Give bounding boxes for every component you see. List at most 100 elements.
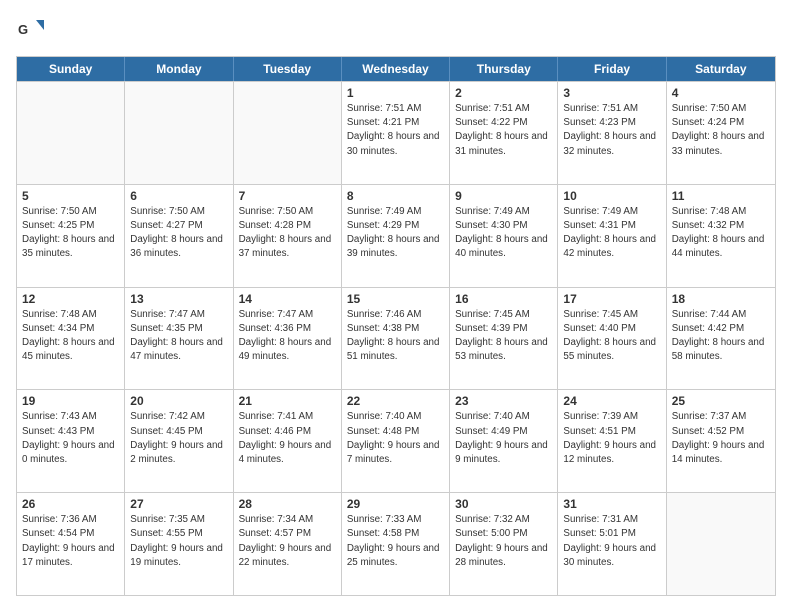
- logo-icon: G: [16, 16, 44, 44]
- calendar-day-8: 8 Sunrise: 7:49 AM Sunset: 4:29 PM Daylig…: [342, 185, 450, 287]
- calendar-day-27: 27Sunrise: 7:35 AM Sunset: 4:55 PM Dayli…: [125, 493, 233, 595]
- day-info: Sunrise: 7:48 AM Sunset: 4:34 PM Dayligh…: [22, 308, 119, 365]
- day-number: 13: [130, 292, 227, 306]
- day-info: Sunrise: 7:36 AM Sunset: 4:54 PM Dayligh…: [22, 513, 119, 570]
- day-number: 16: [455, 292, 552, 306]
- calendar-day-15: 15 Sunrise: 7:46 AM Sunset: 4:38 PM Dayli…: [342, 288, 450, 390]
- calendar-day-19: 19Sunrise: 7:43 AM Sunset: 4:43 PM Dayli…: [17, 390, 125, 492]
- day-number: 25: [672, 394, 770, 408]
- day-info: Sunrise: 7:49 AM Sunset: 4:31 PM Dayligh…: [563, 205, 660, 262]
- page-header: G: [16, 16, 776, 44]
- day-number: 28: [239, 497, 336, 511]
- day-number: 19: [22, 394, 119, 408]
- calendar-day-7: 7 Sunrise: 7:50 AM Sunset: 4:28 PM Daylig…: [234, 185, 342, 287]
- day-info: Sunrise: 7:44 AM Sunset: 4:42 PM Dayligh…: [672, 308, 770, 365]
- day-info: Sunrise: 7:50 AM Sunset: 4:27 PM Dayligh…: [130, 205, 227, 262]
- calendar-header: SundayMondayTuesdayWednesdayThursdayFrid…: [17, 57, 775, 81]
- day-number: 6: [130, 189, 227, 203]
- day-info: Sunrise: 7:33 AM Sunset: 4:58 PM Dayligh…: [347, 513, 444, 570]
- day-number: 22: [347, 394, 444, 408]
- calendar-day-29: 29 Sunrise: 7:33 AM Sunset: 4:58 PM Dayli…: [342, 493, 450, 595]
- day-number: 2: [455, 86, 552, 100]
- calendar: SundayMondayTuesdayWednesdayThursdayFrid…: [16, 56, 776, 596]
- calendar-day-26: 26 Sunrise: 7:36 AM Sunset: 4:54 PM Dayli…: [17, 493, 125, 595]
- weekday-header: Saturday: [667, 57, 775, 81]
- calendar-day-2: 2 Sunrise: 7:51 AM Sunset: 4:22 PM Daylig…: [450, 82, 558, 184]
- day-info: Sunrise: 7:34 AM Sunset: 4:57 PM Dayligh…: [239, 513, 336, 570]
- day-info: Sunrise: 7:32 AM Sunset: 5:00 PM Dayligh…: [455, 513, 552, 570]
- day-number: 20: [130, 394, 227, 408]
- day-info: Sunrise: 7:51 AM Sunset: 4:23 PM Dayligh…: [563, 102, 660, 159]
- day-info: Sunrise: 7:48 AM Sunset: 4:32 PM Dayligh…: [672, 205, 770, 262]
- calendar-row: 1 Sunrise: 7:51 AM Sunset: 4:21 PM Daylig…: [17, 81, 775, 184]
- day-info: Sunrise: 7:46 AM Sunset: 4:38 PM Dayligh…: [347, 308, 444, 365]
- calendar-row: 26 Sunrise: 7:36 AM Sunset: 4:54 PM Dayli…: [17, 492, 775, 595]
- calendar-day-9: 9Sunrise: 7:49 AM Sunset: 4:30 PM Daylig…: [450, 185, 558, 287]
- calendar-day-13: 13 Sunrise: 7:47 AM Sunset: 4:35 PM Dayli…: [125, 288, 233, 390]
- calendar-day-14: 14Sunrise: 7:47 AM Sunset: 4:36 PM Dayli…: [234, 288, 342, 390]
- calendar-body: 1 Sunrise: 7:51 AM Sunset: 4:21 PM Daylig…: [17, 81, 775, 595]
- day-number: 3: [563, 86, 660, 100]
- day-number: 24: [563, 394, 660, 408]
- day-number: 1: [347, 86, 444, 100]
- calendar-day-4: 4 Sunrise: 7:50 AM Sunset: 4:24 PM Daylig…: [667, 82, 775, 184]
- day-info: Sunrise: 7:47 AM Sunset: 4:35 PM Dayligh…: [130, 308, 227, 365]
- calendar-day-28: 28 Sunrise: 7:34 AM Sunset: 4:57 PM Dayli…: [234, 493, 342, 595]
- day-number: 29: [347, 497, 444, 511]
- calendar-day-1: 1 Sunrise: 7:51 AM Sunset: 4:21 PM Daylig…: [342, 82, 450, 184]
- day-info: Sunrise: 7:41 AM Sunset: 4:46 PM Dayligh…: [239, 410, 336, 467]
- calendar-day-22: 22 Sunrise: 7:40 AM Sunset: 4:48 PM Dayli…: [342, 390, 450, 492]
- day-info: Sunrise: 7:49 AM Sunset: 4:29 PM Dayligh…: [347, 205, 444, 262]
- weekday-header: Wednesday: [342, 57, 450, 81]
- day-info: Sunrise: 7:37 AM Sunset: 4:52 PM Dayligh…: [672, 410, 770, 467]
- day-info: Sunrise: 7:51 AM Sunset: 4:22 PM Dayligh…: [455, 102, 552, 159]
- calendar-day-10: 10 Sunrise: 7:49 AM Sunset: 4:31 PM Dayli…: [558, 185, 666, 287]
- calendar-day-23: 23 Sunrise: 7:40 AM Sunset: 4:49 PM Dayli…: [450, 390, 558, 492]
- day-info: Sunrise: 7:50 AM Sunset: 4:25 PM Dayligh…: [22, 205, 119, 262]
- calendar-empty-cell: [17, 82, 125, 184]
- calendar-empty-cell: [125, 82, 233, 184]
- day-number: 18: [672, 292, 770, 306]
- calendar-day-18: 18 Sunrise: 7:44 AM Sunset: 4:42 PM Dayli…: [667, 288, 775, 390]
- day-info: Sunrise: 7:51 AM Sunset: 4:21 PM Dayligh…: [347, 102, 444, 159]
- day-info: Sunrise: 7:45 AM Sunset: 4:39 PM Dayligh…: [455, 308, 552, 365]
- day-number: 4: [672, 86, 770, 100]
- svg-text:G: G: [18, 22, 28, 37]
- day-number: 7: [239, 189, 336, 203]
- day-info: Sunrise: 7:50 AM Sunset: 4:28 PM Dayligh…: [239, 205, 336, 262]
- calendar-day-20: 20Sunrise: 7:42 AM Sunset: 4:45 PM Dayli…: [125, 390, 233, 492]
- calendar-row: 19Sunrise: 7:43 AM Sunset: 4:43 PM Dayli…: [17, 389, 775, 492]
- calendar-row: 5 Sunrise: 7:50 AM Sunset: 4:25 PM Daylig…: [17, 184, 775, 287]
- day-info: Sunrise: 7:39 AM Sunset: 4:51 PM Dayligh…: [563, 410, 660, 467]
- calendar-day-30: 30 Sunrise: 7:32 AM Sunset: 5:00 PM Dayli…: [450, 493, 558, 595]
- calendar-empty-cell: [234, 82, 342, 184]
- day-number: 10: [563, 189, 660, 203]
- day-info: Sunrise: 7:50 AM Sunset: 4:24 PM Dayligh…: [672, 102, 770, 159]
- day-info: Sunrise: 7:47 AM Sunset: 4:36 PM Dayligh…: [239, 308, 336, 365]
- calendar-day-5: 5 Sunrise: 7:50 AM Sunset: 4:25 PM Daylig…: [17, 185, 125, 287]
- calendar-day-16: 16 Sunrise: 7:45 AM Sunset: 4:39 PM Dayli…: [450, 288, 558, 390]
- day-number: 27: [130, 497, 227, 511]
- calendar-day-6: 6 Sunrise: 7:50 AM Sunset: 4:27 PM Daylig…: [125, 185, 233, 287]
- calendar-day-11: 11Sunrise: 7:48 AM Sunset: 4:32 PM Dayli…: [667, 185, 775, 287]
- day-number: 8: [347, 189, 444, 203]
- day-info: Sunrise: 7:45 AM Sunset: 4:40 PM Dayligh…: [563, 308, 660, 365]
- day-number: 26: [22, 497, 119, 511]
- day-number: 23: [455, 394, 552, 408]
- day-info: Sunrise: 7:49 AM Sunset: 4:30 PM Dayligh…: [455, 205, 552, 262]
- calendar-day-21: 21 Sunrise: 7:41 AM Sunset: 4:46 PM Dayli…: [234, 390, 342, 492]
- day-info: Sunrise: 7:40 AM Sunset: 4:49 PM Dayligh…: [455, 410, 552, 467]
- day-info: Sunrise: 7:40 AM Sunset: 4:48 PM Dayligh…: [347, 410, 444, 467]
- day-number: 21: [239, 394, 336, 408]
- day-number: 5: [22, 189, 119, 203]
- day-number: 15: [347, 292, 444, 306]
- weekday-header: Tuesday: [234, 57, 342, 81]
- calendar-row: 12Sunrise: 7:48 AM Sunset: 4:34 PM Dayli…: [17, 287, 775, 390]
- weekday-header: Friday: [558, 57, 666, 81]
- day-number: 17: [563, 292, 660, 306]
- calendar-day-24: 24 Sunrise: 7:39 AM Sunset: 4:51 PM Dayli…: [558, 390, 666, 492]
- calendar-day-17: 17 Sunrise: 7:45 AM Sunset: 4:40 PM Dayli…: [558, 288, 666, 390]
- calendar-empty-cell: [667, 493, 775, 595]
- day-number: 30: [455, 497, 552, 511]
- day-number: 31: [563, 497, 660, 511]
